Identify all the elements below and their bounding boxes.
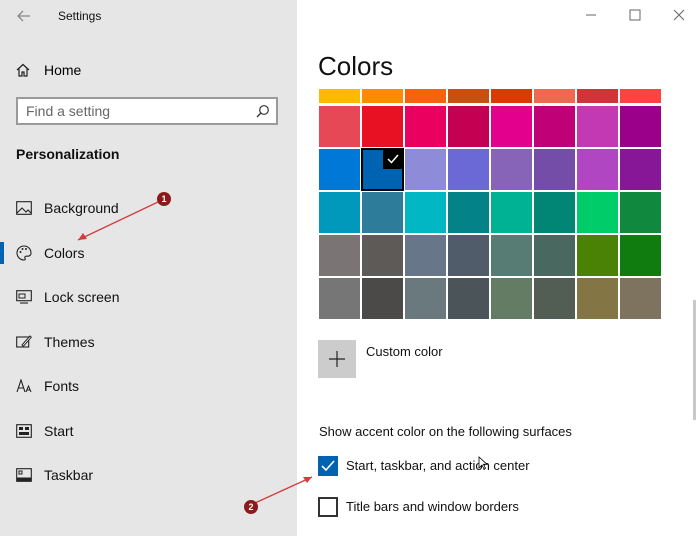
color-swatch[interactable]: [620, 106, 661, 147]
home-icon: [16, 63, 30, 77]
color-swatch[interactable]: [577, 89, 618, 103]
color-swatch[interactable]: [620, 278, 661, 319]
sidebar: Settings Home Personalization Background…: [0, 0, 297, 536]
sidebar-item-start[interactable]: Start: [0, 413, 297, 449]
sidebar-item-themes[interactable]: Themes: [0, 324, 297, 360]
color-swatch[interactable]: [491, 278, 532, 319]
mouse-cursor-icon: [478, 456, 488, 470]
color-swatch[interactable]: [448, 89, 489, 103]
themes-icon: [16, 334, 32, 350]
color-swatch[interactable]: [362, 89, 403, 103]
color-swatch[interactable]: [448, 106, 489, 147]
start-taskbar-label[interactable]: Start, taskbar, and action center: [346, 458, 530, 473]
color-swatch[interactable]: [577, 235, 618, 276]
search-box[interactable]: [16, 97, 278, 125]
accent-surfaces-label: Show accent color on the following surfa…: [319, 424, 572, 439]
sidebar-item-label: Themes: [44, 334, 95, 350]
scrollbar[interactable]: [693, 300, 696, 420]
home-link[interactable]: Home: [16, 60, 81, 80]
color-swatch[interactable]: [620, 192, 661, 233]
home-label: Home: [44, 62, 82, 78]
sidebar-item-label: Lock screen: [44, 289, 120, 305]
color-swatch[interactable]: [319, 149, 360, 190]
taskbar-icon: [16, 467, 32, 483]
annotation-badge-1: 1: [157, 192, 171, 206]
color-swatch[interactable]: [405, 192, 446, 233]
color-swatch[interactable]: [319, 235, 360, 276]
custom-color-label[interactable]: Custom color: [366, 344, 443, 359]
start-icon: [16, 423, 32, 439]
sidebar-item-label: Taskbar: [44, 467, 94, 483]
color-swatch[interactable]: [577, 192, 618, 233]
sidebar-item-label: Fonts: [44, 378, 80, 394]
color-swatch[interactable]: [534, 106, 575, 147]
color-swatch[interactable]: [319, 106, 360, 147]
minimize-icon[interactable]: [584, 8, 598, 22]
color-swatch[interactable]: [577, 278, 618, 319]
color-swatch[interactable]: [534, 149, 575, 190]
fonts-icon: [16, 378, 32, 394]
title-bars-label[interactable]: Title bars and window borders: [346, 499, 519, 514]
plus-icon: [329, 351, 345, 367]
sidebar-item-background[interactable]: Background: [0, 190, 297, 226]
color-swatch[interactable]: [620, 89, 661, 103]
color-swatch[interactable]: [319, 192, 360, 233]
color-swatch[interactable]: [362, 278, 403, 319]
color-swatch[interactable]: [362, 235, 403, 276]
color-swatch[interactable]: [361, 148, 404, 191]
lock-screen-icon: [16, 289, 32, 305]
sidebar-item-taskbar[interactable]: Taskbar: [0, 457, 297, 493]
color-swatch[interactable]: [405, 89, 446, 103]
search-icon[interactable]: [256, 104, 270, 118]
page-title: Colors: [318, 51, 394, 81]
checkmark-icon: [321, 460, 335, 472]
color-swatch[interactable]: [534, 278, 575, 319]
sidebar-item-colors[interactable]: Colors: [0, 235, 297, 271]
sidebar-item-label: Colors: [44, 245, 85, 261]
color-swatch[interactable]: [491, 192, 532, 233]
color-swatch[interactable]: [362, 192, 403, 233]
custom-color-button[interactable]: [318, 340, 356, 378]
color-swatch[interactable]: [448, 235, 489, 276]
app-title: Settings: [58, 9, 102, 23]
color-swatch[interactable]: [405, 149, 446, 190]
color-swatch[interactable]: [448, 149, 489, 190]
maximize-icon[interactable]: [628, 8, 642, 22]
picture-icon: [16, 200, 32, 216]
color-swatch[interactable]: [534, 235, 575, 276]
close-icon[interactable]: [672, 8, 686, 22]
checkmark-icon: [383, 149, 403, 169]
color-swatch[interactable]: [405, 106, 446, 147]
section-title: Personalization: [16, 146, 120, 162]
search-input[interactable]: [26, 102, 246, 120]
color-swatch[interactable]: [362, 106, 403, 147]
palette-icon: [16, 245, 32, 261]
color-swatch[interactable]: [319, 278, 360, 319]
color-swatch[interactable]: [577, 106, 618, 147]
sidebar-item-fonts[interactable]: Fonts: [0, 368, 297, 404]
sidebar-item-label: Start: [44, 423, 74, 439]
color-swatch[interactable]: [491, 235, 532, 276]
sidebar-item-lock-screen[interactable]: Lock screen: [0, 279, 297, 315]
sidebar-item-label: Background: [44, 200, 119, 216]
color-swatch[interactable]: [534, 192, 575, 233]
color-swatch[interactable]: [620, 235, 661, 276]
title-bars-checkbox[interactable]: [318, 497, 338, 517]
color-swatch[interactable]: [319, 89, 360, 103]
color-swatch[interactable]: [405, 235, 446, 276]
color-swatch[interactable]: [405, 278, 446, 319]
back-arrow-icon[interactable]: [16, 8, 32, 24]
color-swatch[interactable]: [620, 149, 661, 190]
start-taskbar-checkbox[interactable]: [318, 456, 338, 476]
color-swatch[interactable]: [491, 149, 532, 190]
color-swatch[interactable]: [448, 192, 489, 233]
selection-indicator: [0, 242, 4, 264]
annotation-badge-2: 2: [244, 500, 258, 514]
color-swatch[interactable]: [534, 89, 575, 103]
color-swatch[interactable]: [577, 149, 618, 190]
color-swatch[interactable]: [448, 278, 489, 319]
color-swatch[interactable]: [491, 106, 532, 147]
color-swatch[interactable]: [491, 89, 532, 103]
